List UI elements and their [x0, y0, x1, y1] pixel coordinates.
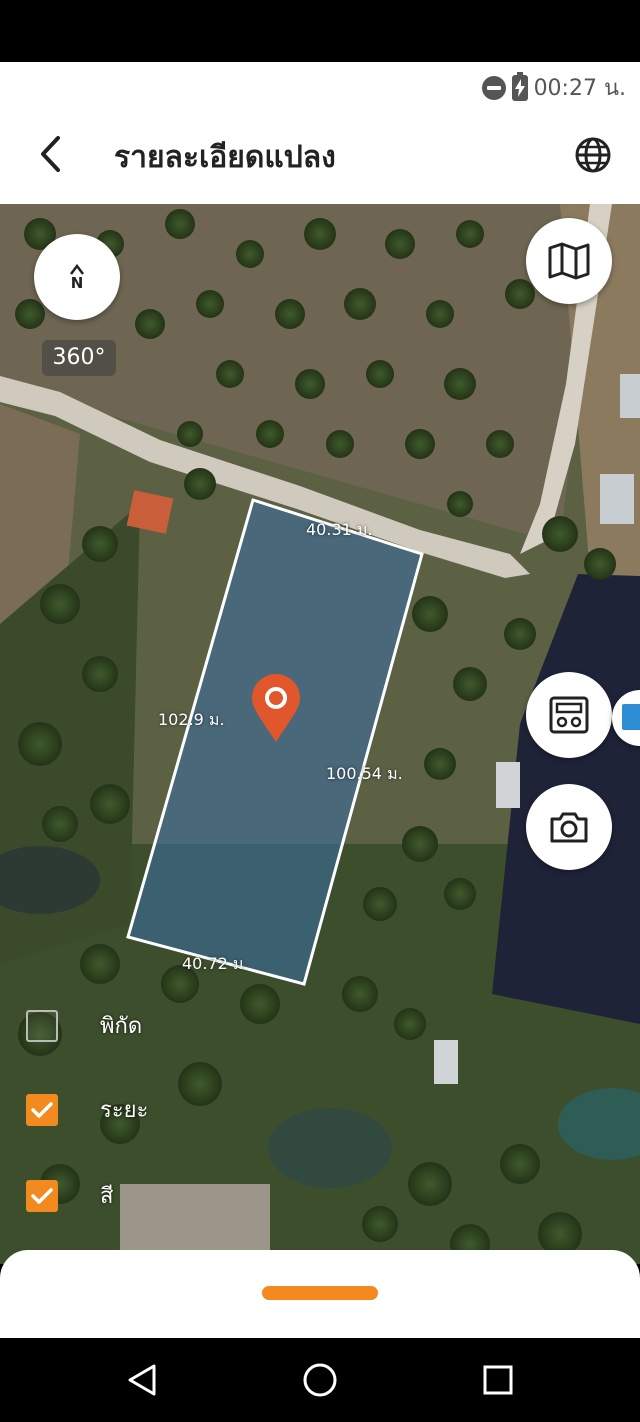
dimension-bottom: 40.72 ม. [182, 954, 249, 973]
compass-north-label: N [70, 274, 84, 292]
system-navigation-bar [0, 1338, 640, 1422]
nav-back-icon [128, 1364, 156, 1396]
globe-icon [575, 137, 611, 173]
layer-toggle-coordinates[interactable]: พิกัด [26, 1008, 142, 1043]
satellite-map[interactable]: N 360° 40.31 ม. 102.9 ม. 100.54 ม. 40.72… [0, 204, 640, 1264]
do-not-disturb-icon [481, 75, 506, 100]
compass-button[interactable]: N [34, 234, 120, 320]
sheet-drag-handle[interactable] [262, 1286, 378, 1300]
camera-icon [550, 812, 588, 843]
distance-checkbox[interactable] [26, 1093, 58, 1126]
color-checkbox[interactable] [26, 1179, 58, 1212]
camera-button[interactable] [526, 784, 612, 870]
color-label: สี [100, 1184, 114, 1209]
calculator-button[interactable] [526, 672, 612, 758]
page-title: รายละเอียดแปลง [114, 140, 336, 175]
app-header: รายละเอียดแปลง [0, 106, 640, 204]
battery-charging-icon [511, 71, 528, 101]
top-black-bar [0, 0, 640, 62]
rotation-degree-label: 360° [42, 340, 116, 376]
coordinates-label: พิกัด [100, 1014, 143, 1039]
checkmark-icon [31, 1101, 53, 1118]
language-button[interactable] [570, 132, 616, 178]
map-type-button[interactable] [526, 218, 612, 304]
dimension-left: 102.9 ม. [158, 710, 225, 729]
coordinates-checkbox[interactable] [26, 1009, 58, 1042]
back-arrow-icon [41, 136, 60, 172]
nav-recents-button[interactable] [478, 1360, 518, 1400]
calculator-icon [549, 696, 589, 734]
layer-toggle-color[interactable]: สี [26, 1178, 113, 1213]
bottom-sheet[interactable] [0, 1250, 640, 1338]
nav-home-icon [303, 1363, 337, 1397]
checkmark-icon [31, 1187, 53, 1204]
layer-toggle-distance[interactable]: ระยะ [26, 1092, 148, 1127]
back-button[interactable] [28, 132, 72, 176]
distance-label: ระยะ [100, 1098, 149, 1123]
dimension-right: 100.54 ม. [326, 764, 403, 783]
status-bar: 00:27 น. [0, 62, 640, 106]
map-icon [548, 242, 590, 280]
nav-home-button[interactable] [300, 1360, 340, 1400]
cube-icon [622, 704, 640, 730]
dimension-top: 40.31 ม. [306, 520, 373, 539]
status-time: 00:27 น. [533, 76, 626, 101]
nav-recents-icon [483, 1365, 513, 1395]
nav-back-button[interactable] [122, 1360, 162, 1400]
